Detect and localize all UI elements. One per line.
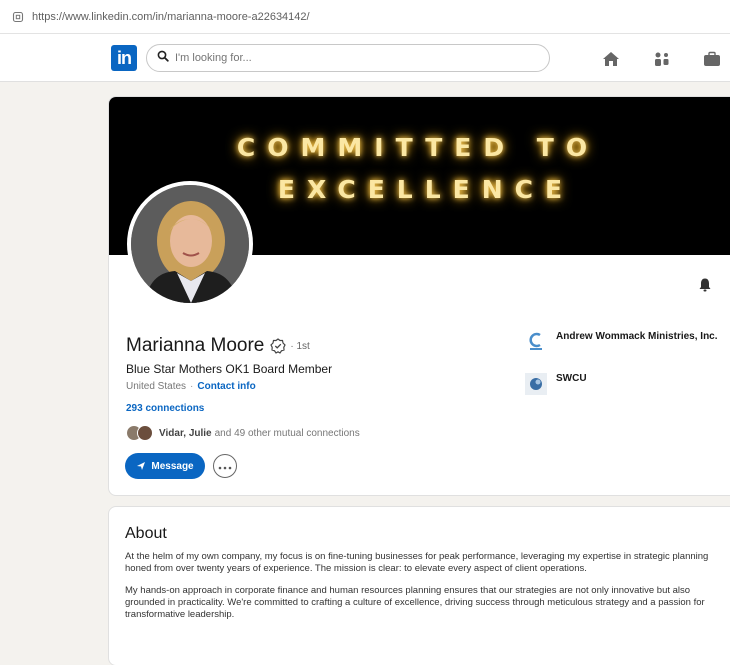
send-icon [136, 461, 146, 471]
profile-card: COMMITTED TO EXCELLENCE Marianna Moore ·… [108, 96, 730, 496]
notification-bell-icon[interactable] [697, 277, 715, 295]
about-paragraph: At the helm of my own company, my focus … [125, 551, 709, 574]
mutual-connections[interactable]: Vidar, Julie and 49 other mutual connect… [126, 423, 360, 443]
address-url[interactable]: https://www.linkedin.com/in/marianna-moo… [32, 11, 310, 23]
profile-name-row: Marianna Moore · 1st [126, 335, 310, 357]
profile-location: United States [126, 381, 187, 392]
banner-text-line2: EXCELLENCE [277, 175, 575, 204]
organization-name: Andrew Wommack Ministries, Inc. [556, 331, 718, 342]
organization-item[interactable]: SWCU [525, 373, 587, 395]
mutual-names: Vidar, Julie [159, 427, 212, 439]
search-input[interactable] [175, 52, 515, 64]
jobs-briefcase-icon[interactable] [701, 48, 723, 70]
message-button[interactable]: Message [125, 453, 205, 479]
about-title: About [125, 525, 167, 542]
profile-location-row: United States · Contact info [126, 381, 256, 392]
organization-item[interactable]: Andrew Wommack Ministries, Inc. [525, 331, 725, 353]
organization-name: SWCU [556, 373, 587, 384]
ellipsis-icon [218, 457, 232, 475]
message-button-label: Message [151, 460, 194, 472]
ministry-logo-icon [525, 331, 547, 353]
home-icon[interactable] [600, 48, 622, 70]
location-separator: · [190, 381, 194, 392]
verified-badge-icon[interactable] [270, 338, 287, 354]
mutual-count-text: and 49 other mutual connections [214, 427, 360, 439]
my-network-icon[interactable] [651, 48, 673, 70]
search-box[interactable] [146, 44, 550, 72]
swcu-logo-icon [525, 373, 547, 395]
connections-link[interactable]: 293 connections [126, 403, 204, 414]
profile-headline: Blue Star Mothers OK1 Board Member [126, 362, 333, 376]
profile-photo[interactable] [127, 181, 253, 307]
site-info-icon[interactable] [10, 9, 26, 25]
connection-degree: · 1st [290, 340, 310, 352]
banner-text-line1: COMMITTED TO [236, 133, 600, 162]
search-icon [157, 49, 169, 67]
browser-address-bar[interactable]: https://www.linkedin.com/in/marianna-moo… [0, 0, 730, 34]
contact-info-link[interactable]: Contact info [197, 381, 255, 392]
mutual-avatar [137, 425, 153, 441]
linkedin-logo[interactable]: in [111, 45, 137, 71]
about-paragraph: My hands-on approach in corporate financ… [125, 585, 705, 620]
more-actions-button[interactable] [213, 454, 237, 478]
profile-name: Marianna Moore [126, 335, 265, 356]
top-navigation: in [0, 34, 730, 82]
about-section: About At the helm of my own company, my … [108, 506, 730, 665]
